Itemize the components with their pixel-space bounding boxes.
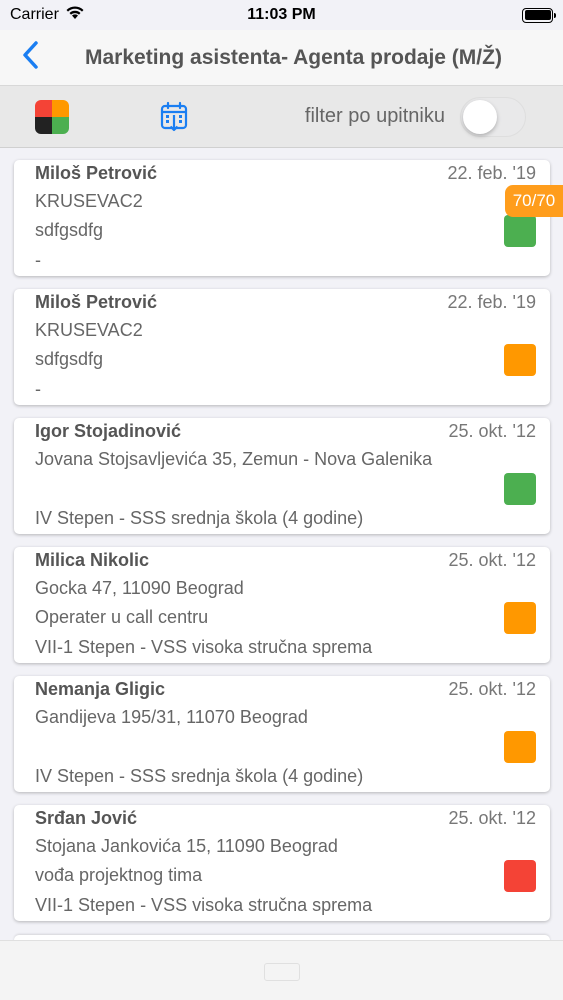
candidate-date: 25. okt. '12 <box>448 421 537 441</box>
back-button[interactable] <box>0 30 60 86</box>
candidate-date: 25. okt. '12 <box>448 808 537 828</box>
status-indicator <box>504 473 536 505</box>
status-indicator <box>504 860 536 892</box>
page-title: Marketing asistenta- Agenta prodaje (M/Ž… <box>85 45 502 69</box>
candidate-list: Miloš Petrović 22. feb. '19 KRUSEVAC2 sd… <box>14 160 550 934</box>
candidate-address: Jovana Stojsavljevića 35, Zemun - Nova G… <box>35 449 433 469</box>
score-badge: 70/70 <box>505 185 563 217</box>
filter-toggle[interactable] <box>460 96 526 137</box>
chevron-left-icon <box>21 40 39 75</box>
status-indicator <box>504 731 536 763</box>
status-left: Carrier <box>10 5 85 25</box>
color-filter-icon[interactable] <box>35 99 69 134</box>
candidate-address: Gocka 47, 11090 Beograd <box>35 578 244 598</box>
calendar-sort-icon[interactable] <box>159 101 189 133</box>
bottom-bar <box>0 940 563 1000</box>
candidate-education: - <box>35 379 41 399</box>
candidate-date: 22. feb. '19 <box>447 292 536 312</box>
candidate-position: sdfgsdfg <box>35 349 104 369</box>
candidate-name: Nemanja Gligic <box>35 679 166 699</box>
candidate-name: Miloš Petrović <box>35 292 158 312</box>
candidate-education: VII-1 Stepen - VSS visoka stručna sprema <box>35 895 373 915</box>
status-bar: Carrier 11:03 PM <box>0 0 563 30</box>
candidate-position: Operater u call centru <box>35 607 209 627</box>
candidate-date: 25. okt. '12 <box>448 550 537 570</box>
toolbar: filter po upitniku <box>0 86 563 148</box>
status-indicator <box>504 602 536 634</box>
candidate-address: KRUSEVAC2 <box>35 320 143 340</box>
candidate-address: Gandijeva 195/31, 11070 Beograd <box>35 707 308 727</box>
candidate-card[interactable]: Igor Stojadinović 25. okt. '12 Jovana St… <box>14 418 550 534</box>
home-indicator <box>264 963 300 981</box>
candidate-date: 22. feb. '19 <box>447 163 536 183</box>
candidate-date: 25. okt. '12 <box>448 679 537 699</box>
candidate-address: Stojana Jankovića 15, 11090 Beograd <box>35 836 338 856</box>
toggle-knob <box>463 99 497 134</box>
candidate-address: KRUSEVAC2 <box>35 191 143 211</box>
status-indicator <box>504 215 536 247</box>
candidate-education: IV Stepen - SSS srednja škola (4 godine) <box>35 766 364 786</box>
nav-bar: Marketing asistenta- Agenta prodaje (M/Ž… <box>0 30 563 86</box>
wifi-icon <box>65 5 85 25</box>
status-indicator <box>504 344 536 376</box>
candidate-name: Igor Stojadinović <box>35 421 182 441</box>
candidate-education: IV Stepen - SSS srednja škola (4 godine) <box>35 508 364 528</box>
candidate-card[interactable]: Nemanja Gligic 25. okt. '12 Gandijeva 19… <box>14 676 550 792</box>
candidate-card[interactable]: Milica Nikolic 25. okt. '12 Gocka 47, 11… <box>14 547 550 663</box>
candidate-card[interactable]: Srđan Jović 25. okt. '12 Stojana Jankovi… <box>14 805 550 921</box>
candidate-name: Miloš Petrović <box>35 163 158 183</box>
candidate-name: Srđan Jović <box>35 808 138 828</box>
candidate-card[interactable]: Miloš Petrović 22. feb. '19 KRUSEVAC2 sd… <box>14 160 550 276</box>
battery-icon <box>522 7 556 23</box>
candidate-name: Milica Nikolic <box>35 550 150 570</box>
candidate-position: vođa projektnog tima <box>35 865 203 885</box>
candidate-position: sdfgsdfg <box>35 220 104 240</box>
candidate-education: VII-1 Stepen - VSS visoka stručna sprema <box>35 637 373 657</box>
filter-label: filter po upitniku <box>304 105 445 127</box>
candidate-education: - <box>35 250 41 270</box>
carrier-label: Carrier <box>10 6 59 23</box>
candidate-card[interactable]: Miloš Petrović 22. feb. '19 KRUSEVAC2 sd… <box>14 289 550 405</box>
